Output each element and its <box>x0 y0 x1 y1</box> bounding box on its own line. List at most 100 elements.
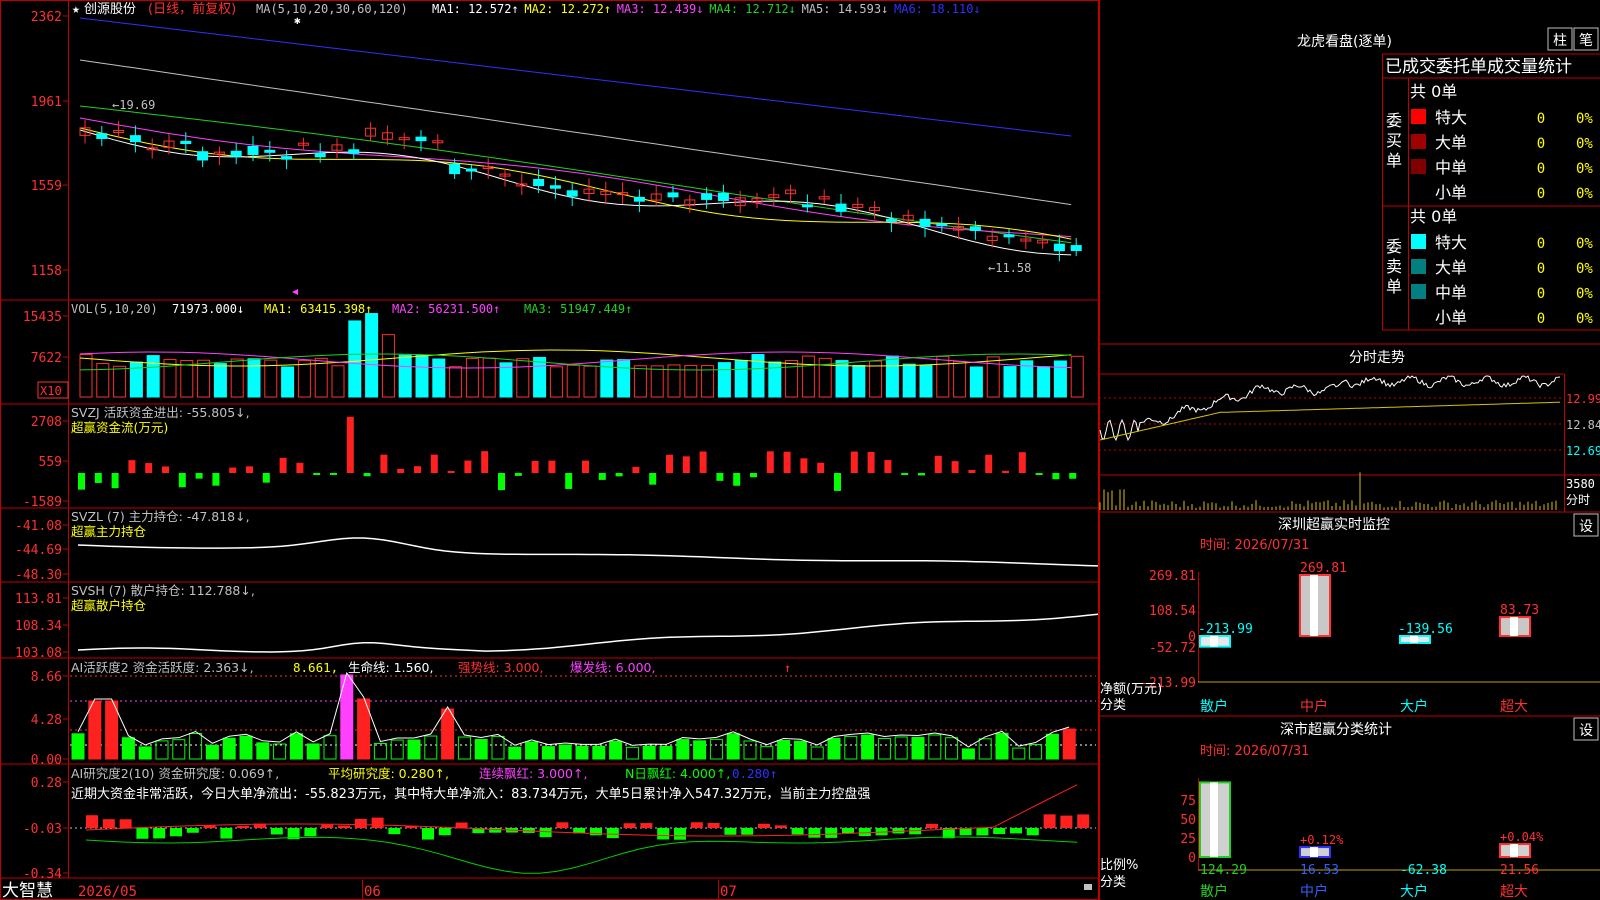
svzl-panel[interactable]: SVZL (7) 主力持仓: -47.818↓, 超赢主力持仓 -41.08-4… <box>15 509 1099 583</box>
candle-body <box>1053 243 1065 252</box>
candle-body <box>1070 245 1082 252</box>
svsh-panel[interactable]: SVSH (7) 散户持仓: 112.788↓, 超赢散户持仓 113.81 10… <box>15 583 1099 661</box>
buy-row-swatch <box>1411 159 1426 174</box>
svzj-bar <box>632 466 640 473</box>
svzj-bar <box>447 471 455 473</box>
ai-bar <box>474 738 488 760</box>
szm-bar-shine <box>1410 636 1418 643</box>
candle-body <box>801 204 813 208</box>
szc-value: 124.29 <box>1200 863 1247 878</box>
y-tick: -44.69 <box>15 543 62 558</box>
candle-body <box>129 135 141 143</box>
svzj-bar <box>128 460 136 473</box>
ai-bar <box>625 746 639 760</box>
candle-body <box>230 150 242 157</box>
buy-row-count: 0 <box>1537 161 1545 177</box>
ai-bar <box>273 743 287 760</box>
vol-bar <box>549 366 563 398</box>
ai-bar <box>844 735 858 760</box>
szm-y-tick: -52.72 <box>1149 641 1196 656</box>
research-bar <box>170 828 182 837</box>
vol-bar <box>482 357 496 398</box>
research-bar <box>993 828 1006 835</box>
ai2-burst: 爆发线: 6.000, <box>570 660 655 675</box>
buy-row-name: 小单 <box>1435 183 1467 202</box>
stock-name[interactable]: 创源股份 <box>84 2 136 17</box>
ma-legend-item-2: MA2: 12.272↑ <box>524 2 611 16</box>
svzl-title: SVZL (7) 主力持仓: -47.818↓, <box>71 509 250 524</box>
svzj-bar <box>380 454 388 473</box>
svzj-title: SVZJ 活跃资金进出: -55.805↓, <box>71 405 250 420</box>
szm-cat: 大户 <box>1400 698 1428 715</box>
ai2-life: 生命线: 1.560, <box>348 660 433 675</box>
ai-bar <box>810 746 824 760</box>
svzj-bar <box>162 466 169 473</box>
research-bar <box>304 828 317 837</box>
ai-y-axis: 8.66 4.28 0.00 <box>31 670 68 768</box>
sz-class-bars: 124.29 散户 +0.12% 16.53 中户 -62.38 大户 +0.04% 21.56… <box>1199 781 1544 900</box>
svzj-bar <box>464 460 472 473</box>
vol-panel[interactable]: VOL(5,10,20) 71973.000↓ MA1: 63415.398↑ … <box>23 302 1084 399</box>
szm-y-tick: 269.81 <box>1149 569 1196 584</box>
svzj-bar <box>985 454 993 473</box>
ai-bar <box>424 735 438 760</box>
research-bar <box>606 828 619 839</box>
svzj-bar <box>229 467 237 473</box>
ai-activity-panel[interactable]: AI活跃度2 资金活跃度: 2.363↓, 8.661, 生命线: 1.560,… <box>31 660 1096 768</box>
lock-icon[interactable] <box>1084 884 1092 890</box>
svzj-bar <box>548 460 556 473</box>
buy-row-name: 大单 <box>1435 133 1467 152</box>
date-jun: 06 <box>364 884 381 900</box>
sell-side-label: 委卖单 <box>1386 237 1402 296</box>
sz-class-y-label: 比例% <box>1100 858 1138 873</box>
svzj-bar <box>901 473 909 475</box>
ai-bar <box>239 735 253 760</box>
ai-bar <box>222 737 236 760</box>
pointer-triangle-icon <box>292 289 298 295</box>
vol-bar <box>734 360 748 398</box>
vol-bar <box>331 365 345 398</box>
kline-star: ★ <box>72 2 80 17</box>
lhb-panel[interactable]: 龙虎看盘(逐单) 柱 笔 已成交委托单成交量统计 共 0单 共 0单 委买单 委… <box>1297 27 1599 327</box>
szc-y-tick: 50 <box>1180 813 1196 828</box>
svzj-bars <box>78 416 1077 491</box>
lhb-heading: 已成交委托单成交量统计 <box>1385 57 1572 77</box>
research-avg: 平均研究度: 0.280↑, <box>328 766 449 781</box>
svzj-bar <box>783 451 791 473</box>
research-bar <box>758 823 770 828</box>
sz-monitor-panel[interactable]: 深圳超赢实时监控 设 时间: 2026/07/31 269.81108.540-… <box>1100 513 1600 715</box>
research-last: 0.280↑ <box>732 766 777 781</box>
y-tick: -48.30 <box>15 568 62 583</box>
sell-row-name: 特大 <box>1435 233 1467 252</box>
buy-row-count: 0 <box>1537 186 1545 202</box>
svzj-bar <box>615 473 623 477</box>
kline-panel[interactable]: ★ 创源股份 (日线，前复权) MA(5,10,20,30,60,120) MA… <box>31 1 1082 295</box>
ma-line <box>79 117 1072 238</box>
fenshi-panel[interactable]: 分时走势 12.99 12.84 12.69 3580 分时 <box>1099 350 1600 512</box>
svzj-bar <box>296 462 304 473</box>
vol-bar <box>297 360 311 398</box>
sell-row-swatch <box>1411 259 1426 274</box>
research-bar <box>791 828 804 835</box>
research-bar <box>388 828 401 835</box>
vol-ma1: MA1: 63415.398↑ <box>264 302 372 316</box>
svzj-bar <box>195 473 203 479</box>
vol-bar <box>717 362 731 398</box>
vol-bar <box>633 365 647 398</box>
svzj-bar <box>246 466 253 473</box>
ma-legend-item-5: MA5: 14.593↓ <box>802 2 889 16</box>
sz-class-panel[interactable]: 深市超赢分类统计 设 时间: 2026/07/31 75 50 25 0 124.29… <box>1100 717 1600 900</box>
vol-bar <box>79 354 93 398</box>
research-bar <box>774 825 787 828</box>
ai-bar <box>709 738 723 760</box>
y-tick: -0.34 <box>23 867 62 882</box>
ai-bar <box>541 746 555 760</box>
svsh-title: SVSH (7) 散户持仓: 112.788↓, <box>71 583 255 598</box>
vol-ma2: MA2: 56231.500↑ <box>392 302 500 316</box>
szc-cat: 散户 <box>1200 883 1228 900</box>
fenshi-vol-tick: 3580 <box>1566 477 1595 491</box>
svzj-panel[interactable]: SVZJ 活跃资金进出: -55.805↓, 超赢资金流(万元) 2708 559… <box>23 405 1077 510</box>
svzl-y-axis: -41.08 -44.69 -48.30 <box>15 519 68 583</box>
research-panel[interactable]: AI研究度2(10) 资金研究度: 0.069↑, 平均研究度: 0.280↑,… <box>23 766 1096 882</box>
candle-body <box>717 192 729 201</box>
